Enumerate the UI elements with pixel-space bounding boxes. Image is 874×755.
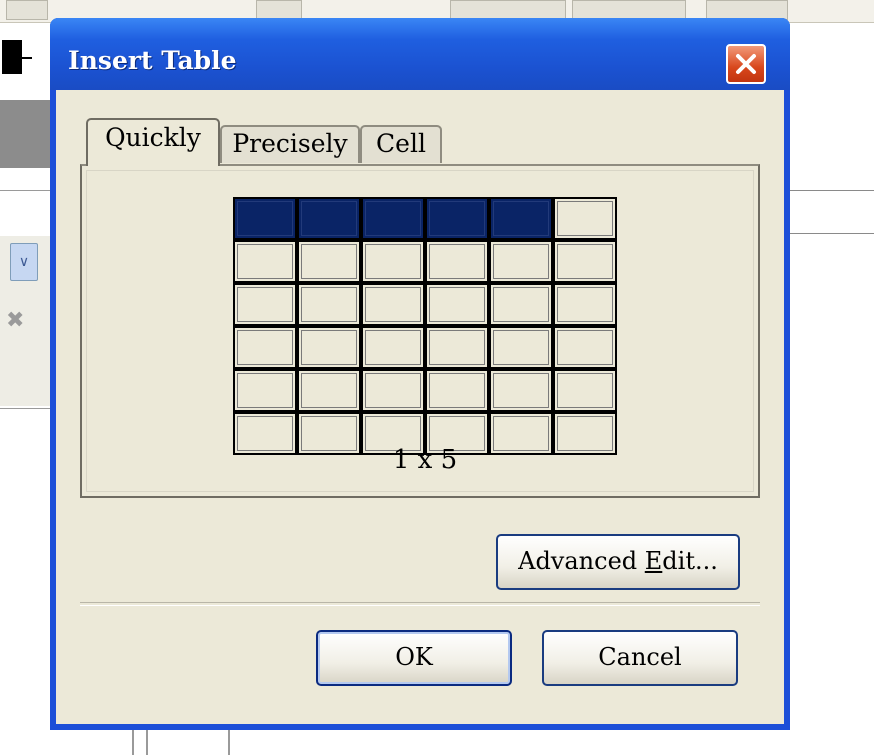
- color-swatch: [2, 40, 22, 74]
- advanced-edit-button[interactable]: Advanced Edit...: [496, 534, 740, 590]
- grid-cell[interactable]: [361, 197, 425, 240]
- grid-cell[interactable]: [297, 369, 361, 412]
- dialog-client-area: Quickly Precisely Cell 1 x 5 Advanced Ed…: [56, 90, 784, 724]
- table-size-grid[interactable]: [233, 197, 617, 455]
- tab-panel-inner: 1 x 5: [86, 170, 754, 492]
- grid-cell[interactable]: [553, 369, 617, 412]
- grid-cell[interactable]: [425, 283, 489, 326]
- grid-cell[interactable]: [297, 326, 361, 369]
- tab-panel-quickly: 1 x 5: [80, 164, 760, 498]
- grid-cell[interactable]: [489, 326, 553, 369]
- grid-cell[interactable]: [361, 283, 425, 326]
- grid-cell[interactable]: [425, 197, 489, 240]
- grid-cell[interactable]: [361, 326, 425, 369]
- dialog-titlebar[interactable]: Insert Table: [50, 18, 790, 90]
- grid-cell[interactable]: [233, 283, 297, 326]
- grid-cell[interactable]: [553, 326, 617, 369]
- chevron-down-icon: ∨: [10, 243, 38, 281]
- advanced-edit-label-post: dit...: [662, 547, 718, 575]
- grid-cell[interactable]: [489, 283, 553, 326]
- background-toolbar-button: [572, 0, 686, 20]
- color-swatch-dash: [22, 57, 32, 59]
- advanced-edit-accelerator: E: [644, 547, 663, 575]
- dialog-separator: [80, 602, 760, 606]
- background-toolbar-button: [6, 0, 48, 20]
- grid-cell[interactable]: [297, 197, 361, 240]
- grid-cell[interactable]: [489, 369, 553, 412]
- grid-cell[interactable]: [361, 369, 425, 412]
- table-size-label: 1 x 5: [392, 445, 458, 475]
- grid-cell[interactable]: [425, 369, 489, 412]
- background-toolbar-button: [706, 0, 788, 20]
- grid-cell[interactable]: [233, 240, 297, 283]
- grid-cell[interactable]: [233, 326, 297, 369]
- cancel-button[interactable]: Cancel: [542, 630, 738, 686]
- close-button[interactable]: [726, 44, 766, 84]
- grid-cell[interactable]: [489, 240, 553, 283]
- background-toolbar-button: [256, 0, 302, 20]
- grid-cell[interactable]: [361, 240, 425, 283]
- dialog-title: Insert Table: [68, 46, 237, 75]
- tab-precisely[interactable]: Precisely: [220, 125, 360, 163]
- grid-cell[interactable]: [553, 197, 617, 240]
- grid-cell[interactable]: [425, 326, 489, 369]
- grid-cell[interactable]: [553, 240, 617, 283]
- grid-cell[interactable]: [233, 197, 297, 240]
- tab-quickly[interactable]: Quickly: [86, 118, 220, 166]
- grid-cell[interactable]: [425, 240, 489, 283]
- grid-cell[interactable]: [297, 240, 361, 283]
- grid-cell[interactable]: [233, 369, 297, 412]
- background-input-bar: [786, 190, 874, 234]
- grid-cell[interactable]: [489, 197, 553, 240]
- tab-cell[interactable]: Cell: [360, 125, 442, 163]
- grid-cell[interactable]: [553, 283, 617, 326]
- close-icon: [736, 54, 756, 74]
- ok-button[interactable]: OK: [316, 630, 512, 686]
- advanced-edit-label-pre: Advanced: [518, 547, 645, 575]
- insert-table-dialog: Insert Table Quickly Precisely Cell 1 x …: [50, 18, 790, 730]
- x-icon: ✖: [6, 308, 25, 333]
- background-toolbar-button: [450, 0, 566, 20]
- grid-cell[interactable]: [297, 283, 361, 326]
- background-scrollbar: [132, 728, 232, 755]
